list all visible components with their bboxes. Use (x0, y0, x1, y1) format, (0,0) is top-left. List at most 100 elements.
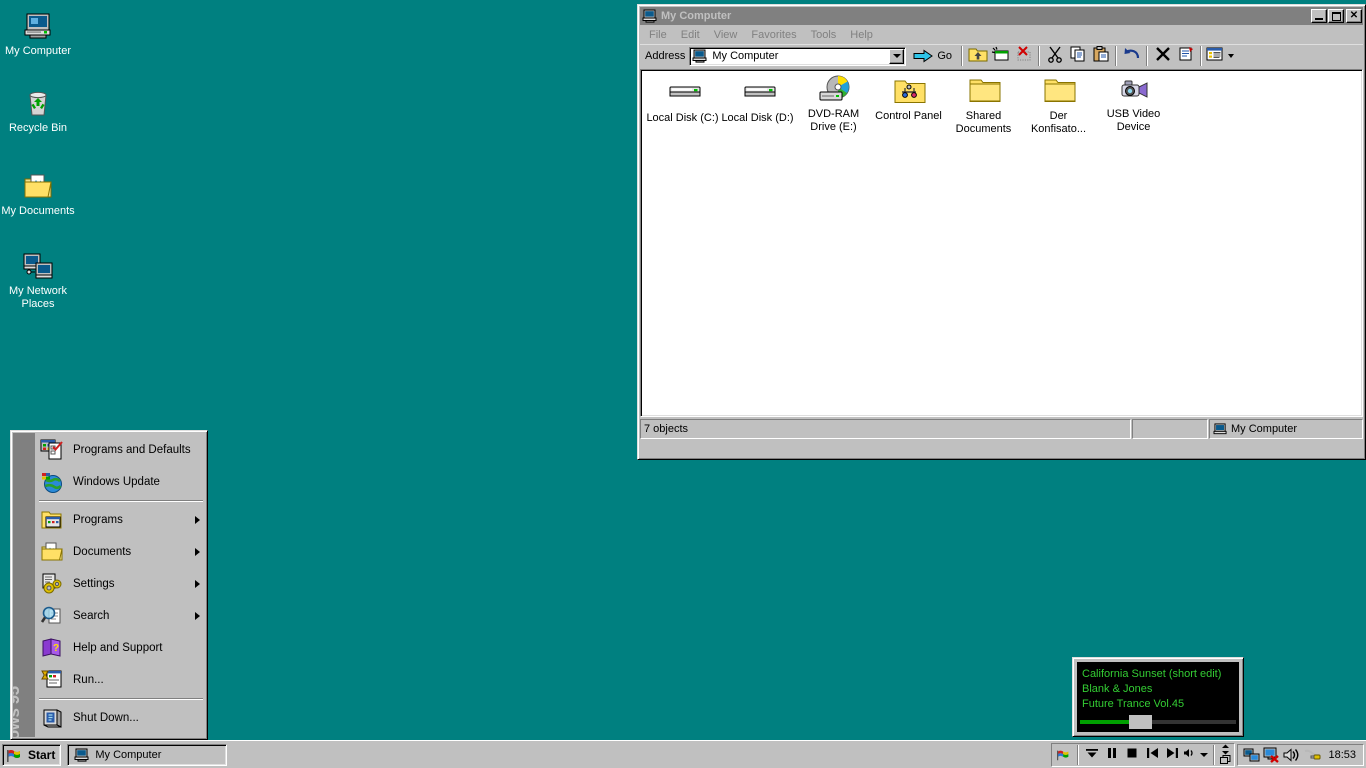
system-tray[interactable]: 18:53 (1237, 744, 1364, 766)
go-arrow-icon (913, 48, 933, 64)
menu-help[interactable]: Help (843, 27, 880, 43)
up-down-spinner-icon[interactable] (1220, 744, 1231, 755)
monitor-red-x-icon[interactable] (1263, 747, 1281, 763)
start-menu-item-shut-down[interactable]: Shut Down... (35, 702, 207, 734)
settings-gear-icon (40, 572, 64, 596)
undo-button[interactable] (1120, 45, 1143, 67)
start-menu-items[interactable]: Programs and Defaults Windows Update (35, 431, 207, 739)
start-menu-item-label: Search (73, 610, 109, 622)
optical-drive-icon (818, 74, 850, 106)
taskbar[interactable]: Start My Computer (0, 740, 1366, 768)
menu-favorites[interactable]: Favorites (744, 27, 803, 43)
windows-flag-icon (6, 747, 24, 763)
restore-window-icon[interactable] (1220, 755, 1231, 765)
status-zone-text: My Computer (1231, 423, 1297, 435)
file-item-local-disk-c[interactable]: Local Disk (C:) (645, 78, 720, 125)
desktop-icon-label: My Documents (0, 205, 76, 218)
toolbar-separator (1200, 46, 1202, 66)
volume-dropdown-button[interactable] (1198, 744, 1210, 766)
chevron-down-icon[interactable] (1228, 54, 1234, 58)
close-button[interactable]: ✕ (1346, 9, 1362, 23)
player-logo-button[interactable] (1054, 744, 1074, 766)
address-dropdown-button[interactable] (889, 49, 904, 64)
tray-area: 18:53 (1051, 743, 1364, 767)
start-menu-item-help-and-support[interactable]: ? Help and Support (35, 632, 207, 664)
file-item-usb-video-device[interactable]: USB Video Device (1096, 74, 1171, 134)
address-input[interactable]: My Computer (689, 47, 906, 66)
start-menu-item-windows-update[interactable]: Windows Update (35, 466, 207, 498)
menu-file[interactable]: File (642, 27, 674, 43)
computer-icon (22, 10, 54, 42)
file-item-shared-documents[interactable]: Shared Documents (946, 76, 1021, 136)
file-item-local-disk-d[interactable]: Local Disk (D:) (720, 78, 795, 125)
taskbar-clock[interactable]: 18:53 (1328, 749, 1356, 761)
start-menu-item-label: Run... (73, 674, 104, 686)
start-menu[interactable]: Windows 95 Programs and Defaults (10, 430, 208, 740)
usb-plug-icon[interactable] (1303, 747, 1321, 763)
camera-icon (1118, 74, 1150, 106)
start-menu-item-programs[interactable]: Programs (35, 504, 207, 536)
expand-button[interactable] (1082, 744, 1102, 766)
desktop-icon-my-computer[interactable]: My Computer (0, 6, 76, 60)
now-playing-progress-slider[interactable] (1080, 717, 1236, 727)
copy-icon (1069, 45, 1087, 68)
now-playing-osd[interactable]: California Sunset (short edit) Blank & J… (1072, 657, 1244, 737)
desktop-icon-label: My Network Places (0, 285, 76, 311)
move-to-button[interactable] (989, 45, 1012, 67)
start-menu-item-run[interactable]: Run... (35, 664, 207, 696)
chevron-down-icon (1200, 753, 1208, 757)
desktop-icon-my-network-places[interactable]: My Network Places (0, 246, 76, 313)
menu-tools[interactable]: Tools (804, 27, 844, 43)
start-menu-item-documents[interactable]: Documents (35, 536, 207, 568)
start-menu-item-settings[interactable]: Settings (35, 568, 207, 600)
file-item-label: Local Disk (D:) (720, 112, 795, 125)
documents-folder-icon (40, 540, 64, 564)
menu-bar[interactable]: File Edit View Favorites Tools Help (640, 25, 1363, 44)
explorer-toolbar[interactable] (966, 45, 1235, 67)
desktop-icon-recycle-bin[interactable]: Recycle Bin (0, 83, 76, 137)
media-toolbar-separator (1077, 745, 1079, 765)
maximize-button[interactable] (1328, 9, 1344, 23)
views-button[interactable] (1205, 45, 1235, 67)
svg-text:?: ? (53, 643, 59, 654)
pause-icon (1106, 746, 1118, 764)
window-titlebar[interactable]: My Computer ✕ (640, 7, 1363, 25)
speaker-icon[interactable] (1283, 747, 1301, 763)
network-icon[interactable] (1243, 747, 1261, 763)
properties-button[interactable] (1174, 45, 1197, 67)
next-track-button[interactable] (1162, 744, 1182, 766)
task-button-area[interactable]: My Computer (67, 744, 227, 766)
toolbar-handles[interactable] (1218, 744, 1232, 766)
start-menu-item-programs-and-defaults[interactable]: Programs and Defaults (35, 434, 207, 466)
pause-button[interactable] (1102, 744, 1122, 766)
copy-button[interactable] (1066, 45, 1089, 67)
undo-arrow-icon (1122, 45, 1142, 68)
cut-button[interactable] (1043, 45, 1066, 67)
delete-selection-button[interactable] (1012, 45, 1035, 67)
delete-button[interactable] (1151, 45, 1174, 67)
paste-button[interactable] (1089, 45, 1112, 67)
toolbar-separator (1146, 46, 1148, 66)
now-playing-screen: California Sunset (short edit) Blank & J… (1077, 662, 1239, 732)
file-item-control-panel[interactable]: Control Panel (871, 76, 946, 123)
taskbar-item-my-computer[interactable]: My Computer (67, 744, 227, 766)
media-player-toolbar[interactable] (1051, 743, 1235, 767)
go-button[interactable]: Go (906, 48, 958, 64)
previous-track-button[interactable] (1142, 744, 1162, 766)
start-menu-item-search[interactable]: Search (35, 600, 207, 632)
volume-button[interactable] (1182, 744, 1198, 766)
desktop-icon-my-documents[interactable]: My Documents (0, 166, 76, 220)
start-button[interactable]: Start (2, 744, 61, 766)
file-item-dvd-ram-drive-e[interactable]: DVD-RAM Drive (E:) (796, 74, 871, 134)
run-icon (40, 668, 64, 692)
start-menu-item-label: Help and Support (73, 642, 163, 654)
up-one-level-button[interactable] (966, 45, 989, 67)
explorer-window[interactable]: My Computer ✕ File Edit View Favorites T… (637, 4, 1366, 460)
menu-edit[interactable]: Edit (674, 27, 707, 43)
minimize-button[interactable] (1311, 9, 1327, 23)
file-item-der-konfisato[interactable]: Der Konfisato... (1021, 76, 1096, 136)
menu-view[interactable]: View (707, 27, 745, 43)
stop-button[interactable] (1122, 744, 1142, 766)
file-list-view[interactable]: Local Disk (C:) Local Disk (D:) (640, 69, 1363, 417)
progress-thumb[interactable] (1129, 715, 1152, 729)
